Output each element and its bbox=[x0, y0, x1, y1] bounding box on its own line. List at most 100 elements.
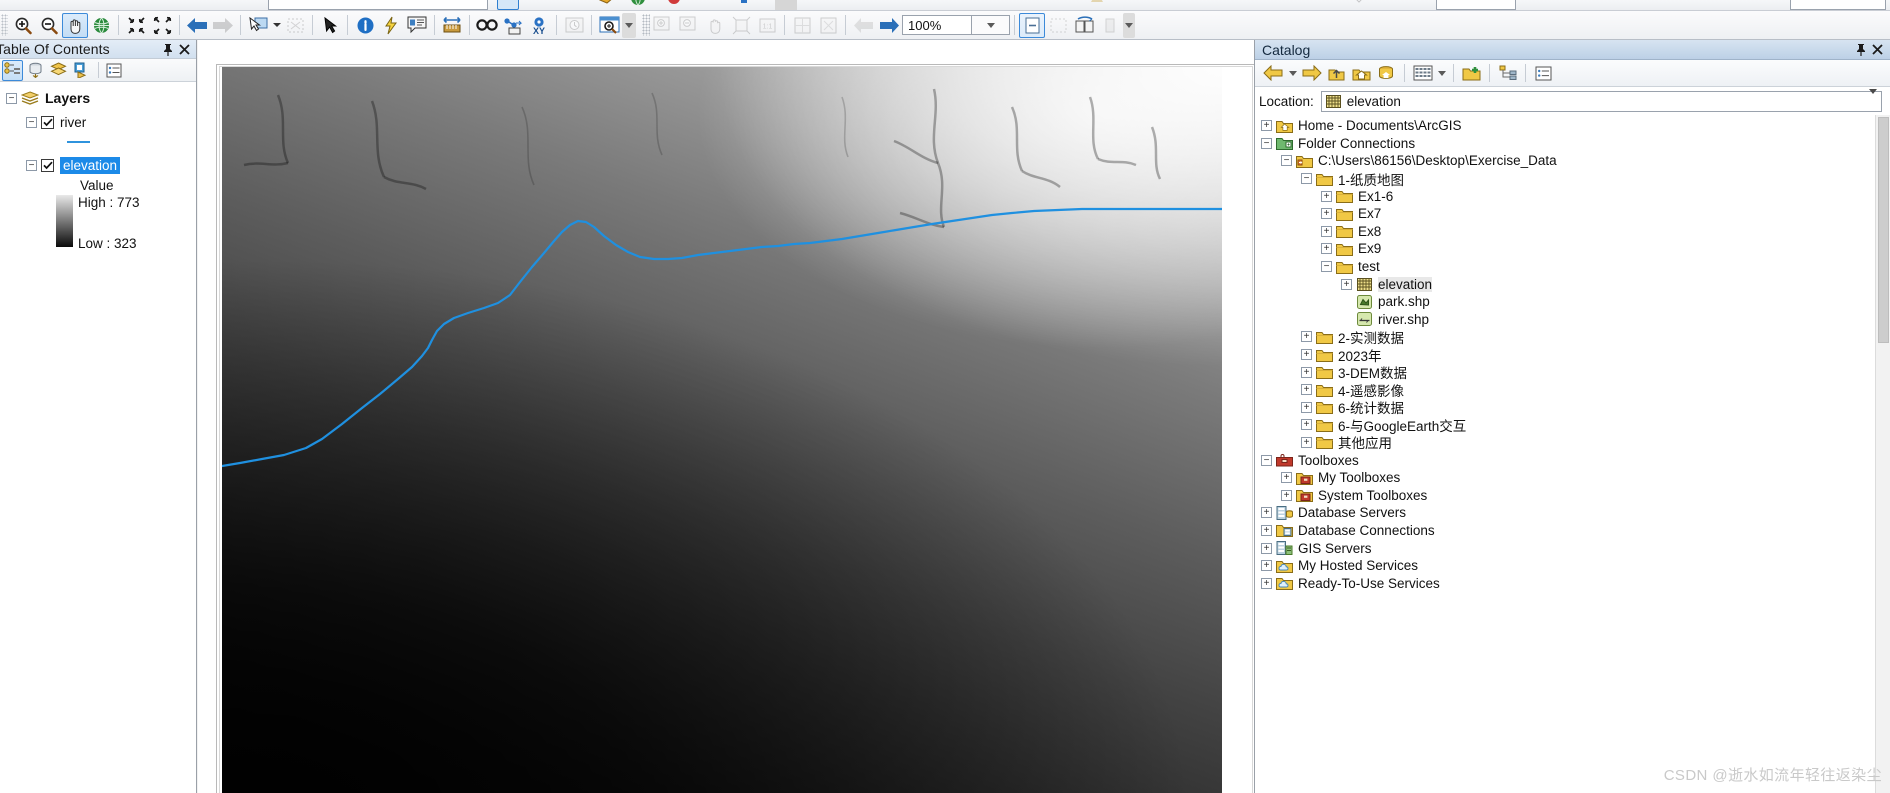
pan-layout-icon[interactable] bbox=[702, 13, 728, 38]
upper-button-b[interactable] bbox=[666, 0, 688, 10]
page-back-icon[interactable] bbox=[850, 13, 876, 38]
expand-icon[interactable]: + bbox=[1281, 472, 1292, 484]
catalog-tree-item[interactable]: + Ex1-6 bbox=[1255, 187, 1890, 205]
remove-data-frame-icon[interactable] bbox=[676, 13, 702, 38]
expand-icon[interactable]: + bbox=[1301, 331, 1312, 343]
toc-root-layers[interactable]: − Layers bbox=[0, 88, 196, 108]
catalog-scrollbar[interactable] bbox=[1875, 115, 1890, 793]
catalog-tree-item[interactable]: +6-与GoogleEarth交互 bbox=[1255, 416, 1890, 434]
toggle-contents-dropdown-icon[interactable] bbox=[1435, 62, 1448, 85]
chevron-down-icon[interactable] bbox=[1869, 88, 1877, 109]
collapse-icon[interactable]: − bbox=[1261, 137, 1272, 149]
collapse-icon[interactable]: − bbox=[1301, 173, 1312, 185]
expand-icon[interactable]: + bbox=[1321, 225, 1332, 237]
expand-icon[interactable]: + bbox=[1261, 560, 1272, 572]
upper-field-right[interactable] bbox=[1436, 0, 1516, 10]
measure-icon[interactable] bbox=[439, 13, 465, 38]
find-icon[interactable] bbox=[474, 13, 500, 38]
catalog-tree-item[interactable]: +2023年 bbox=[1255, 346, 1890, 364]
full-extent-icon[interactable] bbox=[88, 13, 114, 38]
clear-selection-icon[interactable] bbox=[282, 13, 308, 38]
fixed-zoom-in-page-icon[interactable] bbox=[789, 13, 815, 38]
select-elements-icon[interactable] bbox=[317, 13, 343, 38]
catalog-options-icon[interactable] bbox=[1531, 62, 1556, 85]
upper-button-a[interactable] bbox=[598, 0, 620, 10]
expand-icon[interactable]: + bbox=[1281, 489, 1292, 501]
zoom-in-icon[interactable] bbox=[10, 13, 36, 38]
pin-icon[interactable] bbox=[160, 41, 176, 57]
expand-icon[interactable]: + bbox=[1261, 120, 1272, 132]
find-route-icon[interactable] bbox=[500, 13, 526, 38]
fixed-zoom-in-icon[interactable] bbox=[123, 13, 149, 38]
expand-icon[interactable]: + bbox=[1301, 419, 1312, 431]
zoom-out-icon[interactable] bbox=[36, 13, 62, 38]
catalog-tree-item[interactable]: +2-实测数据 bbox=[1255, 328, 1890, 346]
hyperlink-icon[interactable] bbox=[378, 13, 404, 38]
zoom-100-icon[interactable]: 1:1 bbox=[754, 13, 780, 38]
catalog-tree-item[interactable]: − 1-纸质地图 bbox=[1255, 170, 1890, 188]
close-icon[interactable] bbox=[1869, 42, 1885, 58]
connect-to-folder-icon[interactable] bbox=[1459, 62, 1484, 85]
catalog-tree-item[interactable]: park.shp bbox=[1255, 293, 1890, 311]
upper-field-right-2[interactable] bbox=[1790, 0, 1886, 10]
expand-icon[interactable]: + bbox=[1321, 243, 1332, 255]
list-by-selection-icon[interactable] bbox=[71, 60, 92, 81]
catalog-tree-item[interactable]: + Ex7 bbox=[1255, 205, 1890, 223]
page-forward-icon[interactable] bbox=[876, 13, 902, 38]
up-one-level-icon[interactable] bbox=[1324, 62, 1349, 85]
expand-icon[interactable]: + bbox=[1261, 524, 1272, 536]
catalog-tree-item[interactable]: − C:\Users\86156\Desktop\Exercise_Data bbox=[1255, 152, 1890, 170]
location-combobox[interactable]: elevation bbox=[1320, 88, 1882, 112]
upper-overflow-icon[interactable] bbox=[775, 0, 797, 10]
catalog-tree-item[interactable]: + Ready-To-Use Services bbox=[1255, 574, 1890, 592]
rotate-view-icon[interactable] bbox=[1071, 13, 1097, 38]
expand-icon[interactable]: + bbox=[1341, 278, 1352, 290]
expand-icon[interactable]: + bbox=[1301, 349, 1312, 361]
catalog-tree-item[interactable]: − test bbox=[1255, 258, 1890, 276]
catalog-tree-item[interactable]: + Database Connections bbox=[1255, 522, 1890, 540]
expand-icon[interactable]: + bbox=[1261, 542, 1272, 554]
collapse-icon[interactable]: − bbox=[1321, 261, 1332, 273]
go-next-extent-icon[interactable] bbox=[210, 13, 236, 38]
back-icon[interactable] bbox=[1261, 62, 1286, 85]
go-back-extent-icon[interactable] bbox=[184, 13, 210, 38]
expand-icon[interactable]: + bbox=[1321, 190, 1332, 202]
upper-selected-button[interactable] bbox=[497, 0, 519, 10]
toggle-draft-mode-icon[interactable] bbox=[1019, 12, 1045, 38]
toc-layer-river[interactable]: − river bbox=[0, 112, 196, 132]
select-features-icon[interactable] bbox=[245, 13, 271, 38]
pin-icon[interactable] bbox=[1853, 42, 1869, 58]
catalog-tree-item[interactable]: + Ex8 bbox=[1255, 223, 1890, 241]
layer-visibility-checkbox[interactable] bbox=[41, 115, 54, 129]
fixed-zoom-out-icon[interactable] bbox=[149, 13, 175, 38]
list-by-drawing-order-icon[interactable] bbox=[2, 59, 23, 81]
select-features-dropdown-icon[interactable] bbox=[271, 13, 282, 38]
expand-icon[interactable]: + bbox=[1261, 577, 1272, 589]
catalog-tree-item[interactable]: + System Toolboxes bbox=[1255, 486, 1890, 504]
toggle-tree-view-icon[interactable] bbox=[1495, 62, 1520, 85]
expand-icon[interactable]: + bbox=[1321, 208, 1332, 220]
catalog-tree-item[interactable]: +4-遥感影像 bbox=[1255, 381, 1890, 399]
back-dropdown-icon[interactable] bbox=[1286, 62, 1299, 85]
more-layout-icon[interactable] bbox=[1097, 13, 1123, 38]
default-geodatabase-icon[interactable] bbox=[1374, 62, 1399, 85]
add-data-frame-icon[interactable] bbox=[650, 13, 676, 38]
go-to-xy-icon[interactable]: XY bbox=[526, 13, 552, 38]
collapse-icon[interactable]: − bbox=[1261, 454, 1272, 466]
catalog-tree-item[interactable]: +3-DEM数据 bbox=[1255, 363, 1890, 381]
catalog-tree-item[interactable]: + My Toolboxes bbox=[1255, 469, 1890, 487]
expand-icon[interactable]: + bbox=[1301, 384, 1312, 396]
upper-button-d[interactable] bbox=[1090, 0, 1112, 10]
catalog-tree-item[interactable]: − Folder Connections bbox=[1255, 135, 1890, 153]
catalog-tree-item[interactable]: + 其他应用 bbox=[1255, 434, 1890, 451]
toc-layer-elevation[interactable]: − elevation bbox=[0, 155, 196, 175]
layer-visibility-checkbox[interactable] bbox=[41, 158, 54, 172]
scrollbar-thumb[interactable] bbox=[1878, 117, 1889, 343]
catalog-tree-item[interactable]: + Home - Documents\ArcGIS bbox=[1255, 117, 1890, 135]
close-icon[interactable] bbox=[176, 41, 192, 57]
html-popup-icon[interactable] bbox=[404, 13, 430, 38]
list-by-visibility-icon[interactable] bbox=[48, 60, 69, 81]
time-slider-icon[interactable] bbox=[561, 13, 587, 38]
toggle-contents-panel-icon[interactable] bbox=[1410, 62, 1435, 85]
catalog-tree-item[interactable]: +6-统计数据 bbox=[1255, 399, 1890, 416]
